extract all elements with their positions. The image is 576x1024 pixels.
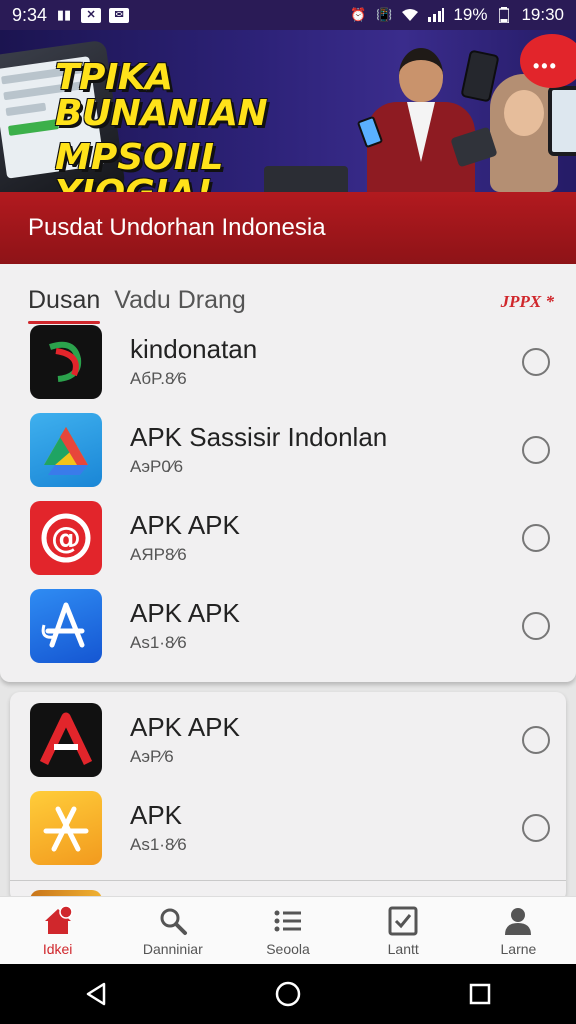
chat-bubble-icon: ••• <box>520 34 576 88</box>
home-icon <box>42 904 74 937</box>
kindonatan-icon <box>30 325 102 399</box>
banner-headline: TPIKA BUNANIAN MPSOIIL YIOGIA! <box>55 57 385 193</box>
app-title: APK <box>130 799 183 830</box>
tab-tag-label: JPPX * <box>500 292 554 311</box>
list-item[interactable]: APK Sassisir Indonlan AэP0⁄6 <box>0 406 576 494</box>
banner-headline-line1: TPIKA BUNANIAN <box>55 57 268 134</box>
radio-button[interactable] <box>522 726 550 754</box>
nav-label: Idkei <box>42 940 73 957</box>
app-list-primary: kindonatan AбP.8⁄6 APK Sassisir Indonlan… <box>0 318 576 670</box>
app-store-yellow-icon <box>30 791 102 865</box>
person-icon <box>502 905 534 937</box>
tab-dusan[interactable]: Dusan <box>28 286 101 324</box>
close-box-icon: ✕ <box>81 7 102 23</box>
app-subtitle: As1·8⁄6 <box>130 633 187 653</box>
divider <box>10 880 566 881</box>
battery-icon <box>495 7 513 24</box>
app-title: APK APK <box>130 509 240 540</box>
nav-list[interactable]: Seoola <box>230 897 345 964</box>
app-title: kindonatan <box>130 333 258 364</box>
section-header: Pusdat Undorhan Indonesia <box>0 192 576 264</box>
status-clock: 19:30 <box>521 5 564 24</box>
list-icon <box>272 905 304 937</box>
list-item[interactable]: APK APK As1·8⁄6 <box>0 582 576 670</box>
recents-icon[interactable] <box>460 974 500 1014</box>
at-sign-icon: @ <box>30 501 102 575</box>
letter-a-icon <box>30 703 102 777</box>
status-time: 9:34 <box>12 4 48 25</box>
header-title: Pusdat Undorhan Indonesia <box>28 214 326 241</box>
nav-profile[interactable]: Larne <box>461 897 576 964</box>
list-item[interactable]: @ APK APK AЯP8⁄6 <box>0 494 576 582</box>
svg-text:@: @ <box>51 521 81 556</box>
wifi-icon <box>401 7 419 23</box>
app-subtitle: AэP⁄6 <box>130 747 174 767</box>
checkbox-icon <box>387 905 419 937</box>
back-icon[interactable] <box>76 974 116 1014</box>
signal-bars-icon: ▮▮ <box>56 7 72 22</box>
app-title: APK APK <box>130 711 240 742</box>
app-subtitle: AэP0⁄6 <box>130 457 184 477</box>
phone-image-right <box>548 86 576 156</box>
screen: 9:34 ▮▮ ✕ ✉ ⏰ 📳 19% 19:30 TPIKA BUNANIAN… <box>0 0 576 1024</box>
presenter-man-image <box>356 48 477 192</box>
app-list-card: Dusan Vadu Drang JPPX * kindonatan AбP.8… <box>0 264 576 682</box>
app-store-icon <box>30 589 102 663</box>
vibrate-icon: 📳 <box>376 7 393 22</box>
nav-search[interactable]: Danniniar <box>115 897 230 964</box>
list-item[interactable]: kindonatan AбP.8⁄6 <box>0 318 576 406</box>
drive-triangle-icon <box>30 413 102 487</box>
nav-tasks[interactable]: Lantt <box>346 897 461 964</box>
nav-home[interactable]: Idkei <box>0 897 115 964</box>
app-list-secondary: APK APK AэP⁄6 APK As1·8⁄6 <box>10 696 566 872</box>
app-list-card-secondary: APK APK AэP⁄6 APK As1·8⁄6 <box>10 692 566 902</box>
app-title: APK APK <box>130 597 240 628</box>
list-item[interactable]: APK As1·8⁄6 <box>10 784 566 872</box>
radio-button[interactable] <box>522 436 550 464</box>
battery-percent: 19% <box>453 5 488 24</box>
app-subtitle: As1·8⁄6 <box>130 835 187 855</box>
nav-label: Lantt <box>387 940 419 957</box>
app-title: APK Sassisir Indonlan <box>130 421 388 452</box>
radio-button[interactable] <box>522 612 550 640</box>
app-subtitle: AЯP8⁄6 <box>130 545 187 565</box>
nav-label: Larne <box>500 940 537 957</box>
system-nav-bar <box>0 964 576 1024</box>
banner-headline-line2: MPSOIIL YIOGIA! <box>55 137 224 193</box>
mail-icon: ✉ <box>109 7 130 23</box>
home-circle-icon[interactable] <box>268 974 308 1014</box>
status-bar: 9:34 ▮▮ ✕ ✉ ⏰ 📳 19% 19:30 <box>0 0 576 30</box>
search-icon <box>157 905 189 937</box>
radio-button[interactable] <box>522 524 550 552</box>
list-item[interactable]: APK APK AэP⁄6 <box>10 696 566 784</box>
nav-label: Seoola <box>266 940 310 957</box>
app-subtitle: AбP.8⁄6 <box>130 369 187 389</box>
radio-button[interactable] <box>522 814 550 842</box>
nav-label: Danniniar <box>142 940 203 957</box>
promo-banner[interactable]: TPIKA BUNANIAN MPSOIIL YIOGIA! ••• <box>0 30 576 192</box>
tab-bar: Dusan Vadu Drang JPPX * <box>28 282 554 324</box>
alarm-icon: ⏰ <box>350 7 367 22</box>
bottom-nav: Idkei Danniniar Seoola Lantt Larne <box>0 896 576 964</box>
radio-button[interactable] <box>522 348 550 376</box>
tab-vadu-drang[interactable]: Vadu Drang <box>114 286 246 319</box>
cell-signal-icon <box>427 7 445 23</box>
